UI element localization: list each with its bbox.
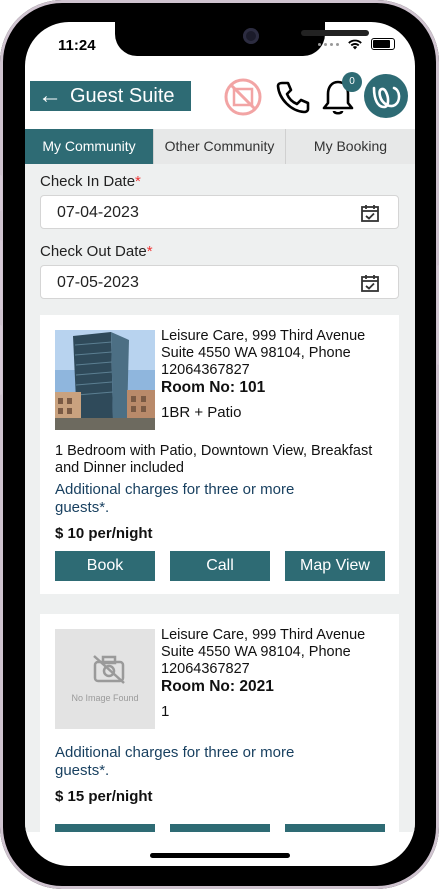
mute-switch [0, 175, 2, 211]
volume-up-button [0, 240, 2, 310]
book-button[interactable] [55, 824, 155, 832]
additional-charges-note: Additional charges for three or more gue… [55, 481, 295, 516]
map-view-button[interactable]: Map View [285, 551, 385, 581]
no-image-icon[interactable] [223, 77, 263, 117]
page-title: Guest Suite [70, 84, 175, 107]
no-camera-icon [93, 655, 125, 684]
tab-my-booking[interactable]: My Booking [286, 129, 415, 164]
logo-icon[interactable] [364, 74, 408, 118]
wifi-icon [348, 39, 362, 50]
room-number: Room No: 101 [161, 379, 266, 396]
notification-badge: 0 [342, 72, 362, 92]
home-indicator[interactable] [150, 853, 290, 858]
notch [115, 22, 369, 56]
no-image-text: No Image Found [71, 693, 139, 703]
book-button[interactable]: Book [55, 551, 155, 581]
call-button[interactable]: Call [170, 551, 270, 581]
volume-down-button [0, 325, 2, 395]
required-mark: * [146, 243, 153, 260]
camera-icon [243, 28, 259, 44]
scroll-content[interactable]: Check In Date* 07-04-2023 Check Out Date… [25, 164, 415, 832]
signal-icon [318, 42, 339, 46]
check-in-field[interactable]: 07-04-2023 [40, 195, 399, 229]
room-card: Leisure Care, 999 Third Avenue Suite 455… [40, 315, 399, 594]
check-out-label: Check Out Date* [40, 243, 153, 260]
check-in-value: 07-04-2023 [57, 204, 139, 221]
room-type: 1 [161, 703, 170, 720]
speaker-grille [301, 30, 369, 36]
required-mark: * [135, 173, 141, 190]
room-address: Leisure Care, 999 Third Avenue Suite 455… [161, 627, 366, 677]
room-price: $ 15 per/night [55, 788, 153, 805]
status-icons [318, 38, 395, 50]
additional-charges-note: Additional charges for three or more gue… [55, 744, 295, 779]
phone-frame: 11:24 ← Guest Suite 0 My Community Other… [0, 0, 439, 889]
room-type: 1BR + Patio [161, 404, 242, 421]
check-out-field[interactable]: 07-05-2023 [40, 265, 399, 299]
room-address: Leisure Care, 999 Third Avenue Suite 455… [161, 328, 366, 378]
room-photo[interactable] [55, 330, 155, 430]
app-header: ← Guest Suite 0 [25, 72, 415, 122]
tab-my-community[interactable]: My Community [25, 129, 154, 164]
check-out-value: 07-05-2023 [57, 274, 139, 291]
check-in-label: Check In Date* [40, 173, 141, 190]
tab-other-community[interactable]: Other Community [154, 129, 286, 164]
calendar-icon[interactable] [360, 273, 380, 293]
back-arrow-icon: ← [38, 82, 62, 109]
status-time: 11:24 [58, 37, 96, 54]
phone-icon[interactable] [273, 77, 313, 117]
room-photo-placeholder[interactable]: No Image Found [55, 629, 155, 729]
room-price: $ 10 per/night [55, 525, 153, 542]
room-card: No Image Found Leisure Care, 999 Third A… [40, 614, 399, 832]
tab-bar: My Community Other Community My Booking [25, 129, 415, 164]
room-number: Room No: 2021 [161, 678, 274, 695]
battery-icon [371, 38, 395, 50]
map-view-button[interactable] [285, 824, 385, 832]
screen: 11:24 ← Guest Suite 0 My Community Other… [25, 22, 415, 866]
calendar-icon[interactable] [360, 203, 380, 223]
room-description: 1 Bedroom with Patio, Downtown View, Bre… [55, 443, 373, 476]
back-title-button[interactable]: ← Guest Suite [30, 81, 191, 111]
call-button[interactable] [170, 824, 270, 832]
